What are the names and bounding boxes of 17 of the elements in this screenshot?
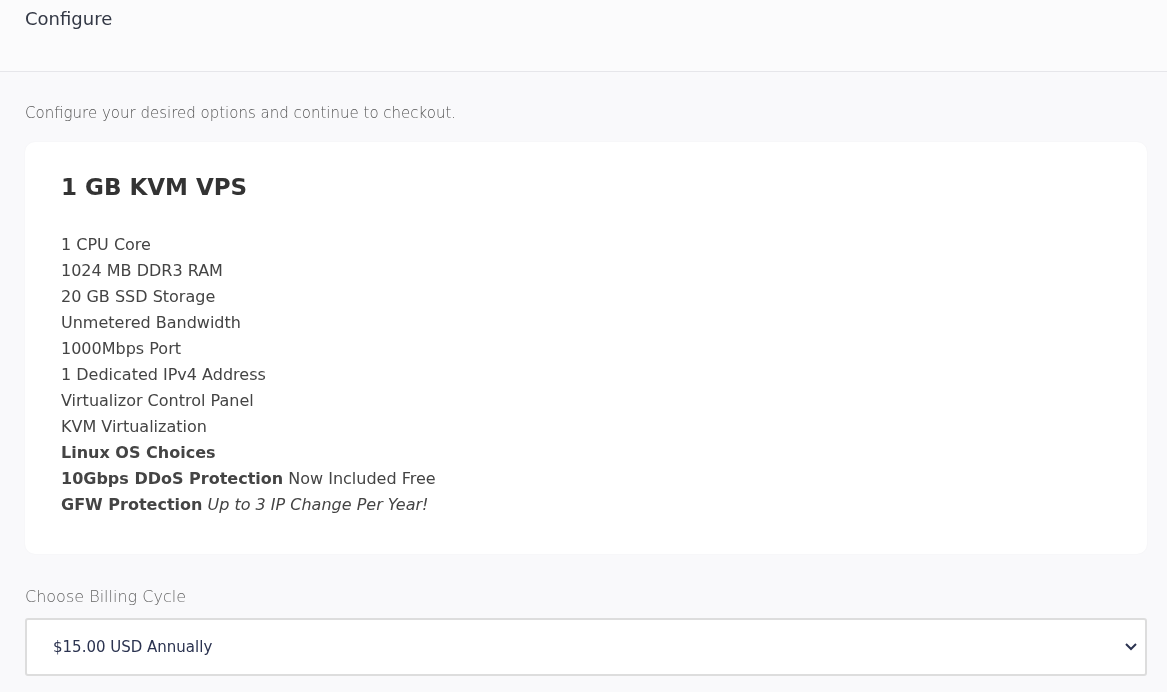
- feature-text: Linux OS Choices: [61, 442, 217, 464]
- billing-cycle-select[interactable]: $15.00 USD Annually: [25, 618, 1147, 676]
- chevron-down-icon: [1125, 643, 1137, 651]
- feature-text: 1 CPU Core: [61, 234, 152, 256]
- feature-text: Unmetered Bandwidth: [61, 312, 242, 334]
- intro-text: Configure your desired options and continue to checkout.: [25, 103, 458, 124]
- feature-text: 1 Dedicated IPv4 Address: [61, 364, 267, 386]
- feature-text: KVM Virtualization: [61, 416, 208, 438]
- feature-text: 10Gbps DDoS Protection Now Included Free: [61, 468, 437, 490]
- feature-text: 20 GB SSD Storage: [61, 286, 217, 308]
- feature-text: 1000Mbps Port: [61, 338, 182, 360]
- product-title: 1 GB KVM VPS: [61, 173, 249, 202]
- feature-text: GFW Protection Up to 3 IP Change Per Year!: [61, 494, 430, 516]
- field-label: Choose Billing Cycle: [25, 586, 187, 608]
- feature-text: Virtualizor Control Panel: [61, 390, 255, 412]
- page-title: Configure: [24, 7, 114, 31]
- feature-text: 1024 MB DDR3 RAM: [61, 260, 224, 282]
